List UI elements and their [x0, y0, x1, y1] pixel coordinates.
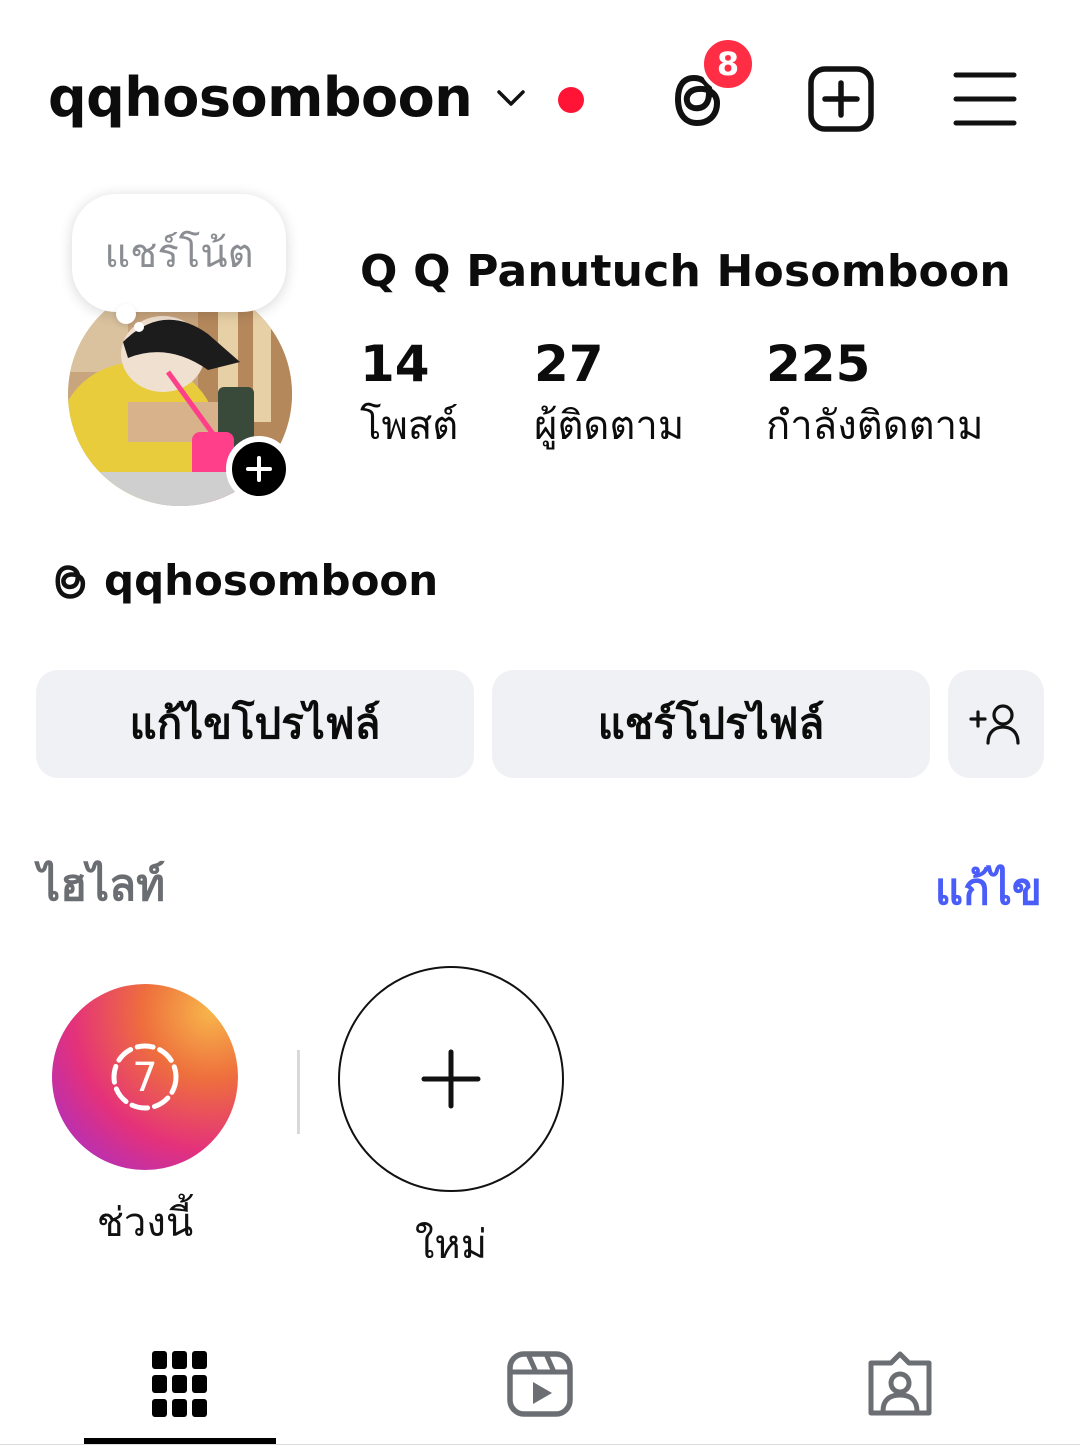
threads-icon [55, 564, 86, 599]
full-name: Q Q Panutuch Hosomboon [360, 246, 1011, 297]
notification-badge: 8 [700, 36, 756, 92]
hamburger-icon [953, 72, 1017, 126]
grid-icon [152, 1351, 207, 1417]
stat-posts[interactable]: 14 โพสต์ [360, 334, 458, 454]
chevron-down-icon[interactable] [494, 81, 528, 115]
threads-handle: qqhosomboon [104, 556, 439, 605]
menu-button[interactable] [948, 62, 1022, 136]
recent-stories-icon: 7 [111, 1043, 179, 1111]
profile-tabs [0, 1330, 1080, 1449]
tagged-icon [868, 1351, 932, 1416]
recent-count: 7 [132, 1055, 157, 1101]
highlight-label: ช่วงนี้ [96, 1200, 194, 1246]
stat-following[interactable]: 225 กำลังติดตาม [766, 334, 983, 454]
tabs-divider [0, 1444, 1080, 1445]
highlights-title: ไฮไลท์ [38, 860, 166, 911]
create-button[interactable] [804, 62, 878, 136]
discover-people-button[interactable] [948, 670, 1044, 778]
stat-label: ผู้ติดตาม [534, 403, 685, 449]
username: qqhosomboon [48, 66, 473, 129]
note-tail [116, 304, 136, 324]
new-highlight-ring [338, 966, 564, 1192]
note-tail-small [134, 322, 144, 332]
threads-badge-link[interactable]: qqhosomboon [50, 556, 438, 605]
highlight-recent[interactable]: 7 ช่วงนี้ [32, 966, 258, 1254]
tab-posts[interactable] [90, 1336, 270, 1432]
add-story-button[interactable] [226, 436, 292, 502]
stat-value: 225 [766, 335, 871, 393]
stat-value: 27 [534, 335, 604, 393]
highlights-divider [297, 1050, 300, 1134]
unread-dot [558, 87, 584, 113]
highlight-new[interactable]: ใหม่ [338, 966, 564, 1276]
note-text: แชร์โน้ต [104, 231, 254, 277]
edit-profile-button[interactable]: แก้ไขโปรไฟล์ [36, 670, 474, 778]
highlight-label: ใหม่ [414, 1222, 488, 1268]
share-profile-label: แชร์โปรไฟล์ [597, 699, 825, 748]
reels-icon [507, 1351, 573, 1417]
share-note-bubble[interactable]: แชร์โน้ต [72, 194, 286, 312]
highlight-cover: 7 [52, 984, 238, 1170]
stat-label: กำลังติดตาม [766, 403, 984, 449]
highlights-edit-link[interactable]: แก้ไข [935, 854, 1042, 924]
plus-icon [421, 1049, 481, 1109]
add-square-icon [808, 66, 874, 132]
add-person-icon [969, 704, 1020, 745]
top-bar: qqhosomboon 8 [0, 0, 1080, 190]
share-profile-button[interactable]: แชร์โปรไฟล์ [492, 670, 930, 778]
tab-reels[interactable] [450, 1336, 630, 1432]
plus-icon [246, 456, 272, 482]
edit-profile-label: แก้ไขโปรไฟล์ [129, 699, 381, 748]
tab-tagged[interactable] [810, 1336, 990, 1432]
stat-followers[interactable]: 27 ผู้ติดตาม [534, 334, 684, 454]
stat-label: โพสต์ [360, 403, 459, 449]
account-switcher[interactable]: qqhosomboon [48, 62, 528, 134]
stat-value: 14 [360, 335, 430, 393]
